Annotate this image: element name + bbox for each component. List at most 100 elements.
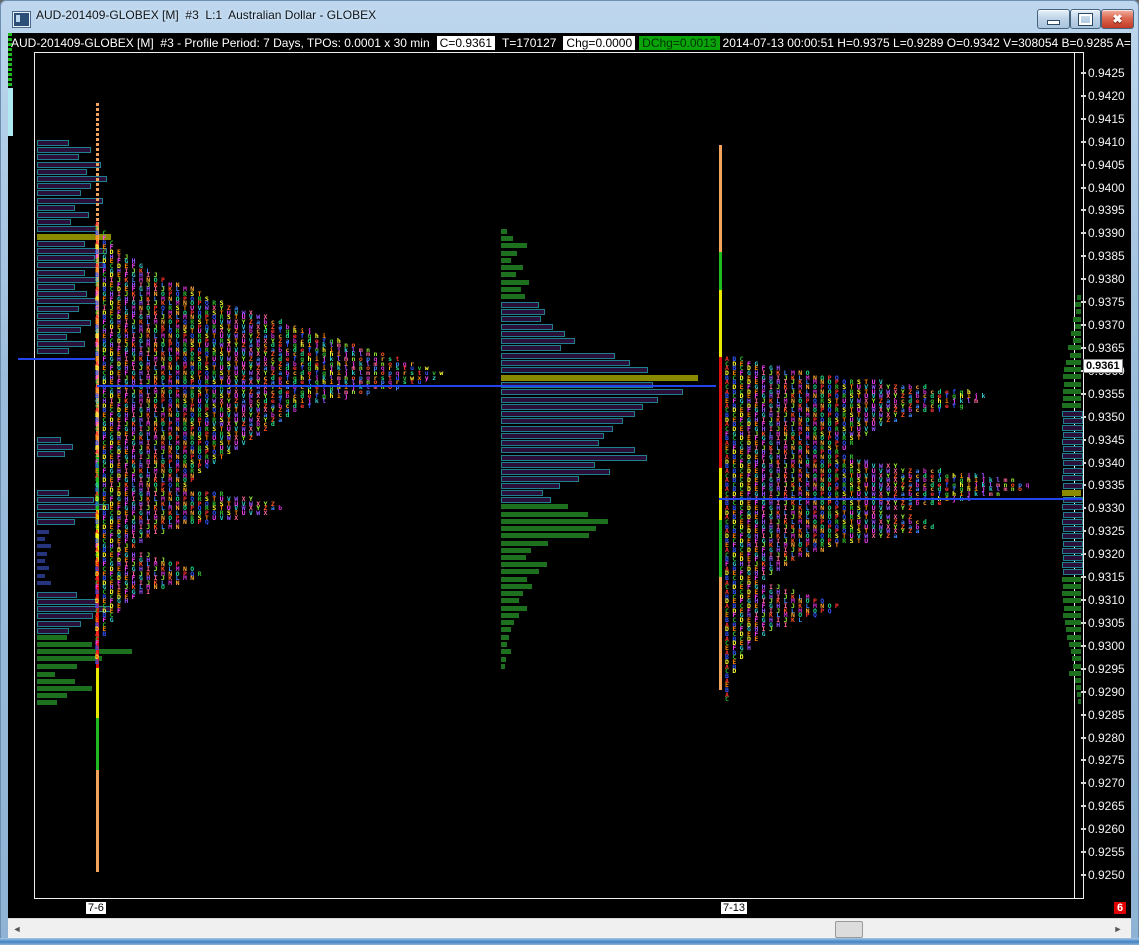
volume-profile-left-bar (37, 490, 69, 496)
volume-profile-left-bar (37, 190, 81, 196)
axis-tick-label: 0.9425 (1088, 66, 1125, 80)
minimize-button[interactable] (1037, 9, 1070, 29)
axis-tick-label: 0.9370 (1088, 318, 1125, 333)
volume-profile-right-bar (1078, 699, 1081, 704)
volume-profile-right-bar (1063, 418, 1083, 424)
volume-profile-mid-bar (501, 440, 599, 446)
volume-profile-left-bar (37, 270, 85, 276)
volume-profile-mid-bar (501, 519, 608, 524)
volume-profile-left-bar (37, 291, 87, 297)
volume-profile-right-bar (1077, 295, 1081, 300)
axis-tick-label: 0.9350 (1088, 409, 1125, 424)
volume-profile-right-bar (1067, 635, 1081, 640)
tpo-range-line-7-13 (719, 252, 722, 290)
volume-profile-mid-bar (501, 316, 541, 322)
scroll-left-arrow[interactable]: ◄ (8, 919, 26, 939)
volume-profile-mid-bar (501, 426, 613, 432)
volume-profile-mid-bar (501, 533, 589, 538)
axis-tick (1081, 324, 1086, 327)
chart-canvas[interactable]: 0.9425 0.9420 0.9415 0.9410 0.9405 0.9400 0.93… (8, 33, 1131, 918)
volume-profile-left-bar (37, 537, 45, 541)
volume-profile-mid-bar (501, 265, 523, 270)
volume-profile-left-bar (37, 613, 93, 619)
marker-box (8, 88, 13, 114)
volume-profile-mid-bar (501, 526, 596, 531)
axis-tick-label: 0.9270 (1088, 776, 1125, 791)
axis-tick (1081, 599, 1086, 602)
volume-profile-mid-bar (501, 433, 604, 439)
axis-tick-label: 0.9420 (1088, 88, 1125, 103)
volume-profile-left-bar (37, 169, 87, 175)
volume-profile-mid-bar (501, 309, 545, 315)
volume-profile-left-bar (37, 592, 77, 598)
last-price-box: 0.9361 (1083, 359, 1123, 374)
volume-profile-mid-bar (501, 455, 647, 461)
volume-profile-mid-bar (501, 294, 525, 299)
volume-profile-right-bar (1064, 367, 1081, 372)
axis-tick (1081, 140, 1086, 143)
axis-tick (1081, 690, 1086, 693)
volume-profile-right-bar (1071, 649, 1081, 654)
tpo-range-line-7-6 (96, 718, 99, 770)
axis-tick-label: 0.9395 (1088, 203, 1125, 218)
volume-profile-right-bar (1063, 541, 1083, 547)
axis-tick-label: 0.9355 (1088, 386, 1125, 401)
axis-tick (1081, 736, 1086, 739)
axis-tick (1081, 576, 1086, 579)
volume-profile-left-bar (37, 444, 73, 450)
volume-profile-right-bar (1062, 453, 1083, 459)
axis-tick (1081, 232, 1086, 235)
axis-tick-label: 0.9275 (1088, 753, 1125, 768)
volume-profile-right-bar (1063, 389, 1081, 394)
chart-client-area: AUD-201409-GLOBEX [M] #3 - Profile Perio… (8, 33, 1131, 918)
axis-tick (1081, 828, 1086, 831)
volume-profile-mid-bar (501, 353, 615, 359)
volume-profile-mid-bar (501, 243, 527, 248)
axis-tick-label: 0.9265 (1088, 799, 1125, 814)
scroll-thumb[interactable] (835, 921, 863, 938)
volume-profile-mid-bar (501, 584, 532, 589)
title-bar[interactable]: AUD-201409-GLOBEX [M] #3 L:1 Australian … (0, 0, 1139, 33)
volume-profile-right-bar (1062, 548, 1083, 554)
volume-profile-left-bar (37, 649, 132, 654)
volume-profile-mid-bar (501, 375, 698, 381)
volume-profile-right-bar (1064, 606, 1081, 611)
volume-profile-mid-bar (501, 411, 635, 417)
axis-tick (1081, 667, 1086, 670)
volume-profile-left-bar (37, 313, 69, 319)
volume-profile-mid-bar (501, 338, 575, 344)
volume-profile-mid-bar (501, 476, 579, 482)
maximize-button[interactable] (1070, 9, 1101, 29)
volume-profile-left-bar (37, 341, 85, 347)
volume-profile-right-bar (1073, 338, 1081, 343)
axis-tick (1081, 873, 1086, 876)
window-title: AUD-201409-GLOBEX [M] #3 L:1 Australian … (36, 8, 377, 22)
volume-profile-mid-bar (501, 642, 507, 647)
axis-tick-label: 0.9305 (1088, 615, 1125, 630)
volume-profile-mid-bar (501, 229, 507, 234)
volume-profile-left-bar (37, 552, 47, 556)
volume-profile-right-bar (1062, 562, 1083, 568)
alert-count-badge: 6 (1114, 902, 1127, 914)
volume-profile-right-bar (1062, 403, 1081, 408)
volume-profile-right-bar (1063, 512, 1083, 518)
volume-profile-left-bar (37, 566, 49, 570)
volume-profile-right-bar (1062, 425, 1083, 431)
volume-profile-left-bar (37, 544, 51, 548)
tpo-range-line-7-13 (719, 577, 722, 690)
tpo-row: B (95, 658, 103, 667)
volume-profile-right-bar (1063, 374, 1081, 379)
volume-profile-left-bar (37, 198, 103, 204)
volume-profile-right-bar (1063, 460, 1083, 466)
volume-profile-right-bar (1062, 577, 1081, 582)
volume-profile-right-bar (1073, 317, 1081, 322)
volume-profile-right-bar (1075, 324, 1081, 329)
volume-profile-right-bar (1063, 569, 1083, 575)
axis-tick (1081, 255, 1086, 258)
h-scrollbar[interactable]: ◄ ► (8, 918, 1131, 939)
volume-profile-mid-bar (501, 258, 511, 263)
close-button[interactable]: ✖ (1101, 9, 1134, 29)
volume-profile-mid-bar (501, 577, 527, 582)
scroll-right-arrow[interactable]: ► (1109, 919, 1127, 939)
volume-profile-mid-bar (501, 302, 539, 308)
